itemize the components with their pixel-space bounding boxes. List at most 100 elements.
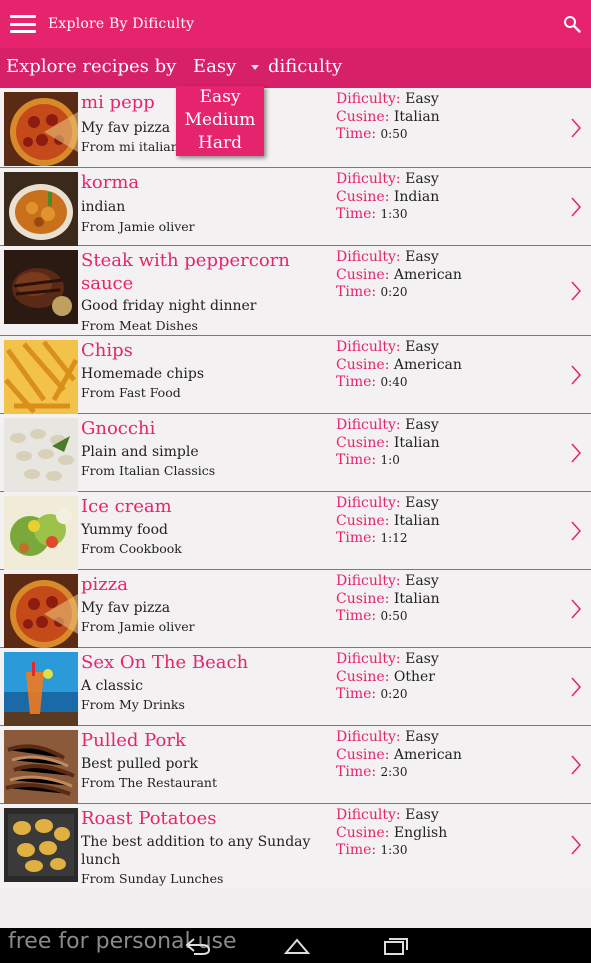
- chevron-right-icon[interactable]: [569, 676, 583, 698]
- recipe-meta: Dificulty: Easy Cusine: Italian Time: 0:…: [336, 91, 440, 144]
- recipe-source: From Fast Food: [81, 385, 181, 400]
- hamburger-menu-icon[interactable]: [10, 15, 36, 33]
- difficulty-value: Easy: [405, 171, 439, 187]
- time-value: 2:30: [380, 765, 408, 779]
- recipe-description: Plain and simple: [81, 444, 199, 460]
- recipe-description: indian: [81, 199, 126, 215]
- recipe-thumbnail: [4, 340, 78, 414]
- recipe-source: From Jamie oliver: [81, 219, 195, 234]
- dropdown-option-medium[interactable]: Medium: [176, 109, 264, 132]
- chevron-right-icon[interactable]: [569, 442, 583, 464]
- cuisine-value: American: [393, 266, 462, 283]
- difficulty-label: Dificulty:: [336, 729, 401, 745]
- dropdown-option-hard[interactable]: Hard: [176, 132, 264, 155]
- dropdown-option-easy[interactable]: Easy: [176, 86, 264, 109]
- recipe-name: Pulled Pork: [81, 730, 186, 751]
- chevron-right-icon[interactable]: [569, 520, 583, 542]
- recipe-description: The best addition to any Sunday lunch: [81, 834, 311, 868]
- recipe-meta: Dificulty: Easy Cusine: American Time: 0…: [336, 249, 462, 302]
- chevron-right-icon[interactable]: [569, 364, 583, 386]
- time-value: 1:30: [380, 843, 408, 857]
- recipe-meta: Dificulty: Easy Cusine: Italian Time: 1:…: [336, 495, 440, 548]
- chevron-right-icon[interactable]: [569, 280, 583, 302]
- chevron-right-icon[interactable]: [569, 754, 583, 776]
- app-title: Explore By Dificulty: [48, 16, 195, 32]
- recipe-thumbnail: [4, 652, 78, 726]
- difficulty-value: Easy: [405, 495, 439, 511]
- chevron-right-icon[interactable]: [569, 834, 583, 856]
- search-icon[interactable]: [563, 15, 581, 33]
- recipe-thumbnail: [4, 574, 78, 648]
- recipe-row[interactable]: Ice cream Yummy food From Cookbook Dific…: [0, 492, 591, 570]
- recipe-row[interactable]: pizza My fav pizza From Jamie oliver Dif…: [0, 570, 591, 648]
- time-value: 0:50: [380, 609, 408, 623]
- recipe-description: Homemade chips: [81, 366, 204, 382]
- time-label: Time:: [336, 374, 377, 390]
- recipe-meta: Dificulty: Easy Cusine: Italian Time: 0:…: [336, 573, 440, 626]
- time-label: Time:: [336, 206, 377, 222]
- recipe-description: Good friday night dinner: [81, 298, 257, 314]
- time-label: Time:: [336, 284, 377, 300]
- difficulty-value: Easy: [405, 573, 439, 589]
- chevron-right-icon[interactable]: [569, 598, 583, 620]
- difficulty-value: Easy: [405, 807, 439, 823]
- recipe-row[interactable]: Steak with peppercorn sauce Good friday …: [0, 246, 591, 336]
- time-label: Time:: [336, 530, 377, 546]
- recipe-row[interactable]: mi pepp My fav pizza From mi italian Dif…: [0, 88, 591, 168]
- time-value: 1:0: [380, 453, 400, 467]
- recipe-meta: Dificulty: Easy Cusine: American Time: 2…: [336, 729, 462, 782]
- cuisine-label: Cusine:: [336, 356, 390, 373]
- difficulty-value: Easy: [405, 651, 439, 667]
- recipe-meta: Dificulty: Easy Cusine: English Time: 1:…: [336, 807, 447, 860]
- recipe-source: From Meat Dishes: [81, 318, 198, 333]
- difficulty-value: Easy: [405, 729, 439, 745]
- recipe-name: pizza: [81, 574, 128, 595]
- recipe-row[interactable]: Chips Homemade chips From Fast Food Difi…: [0, 336, 591, 414]
- cuisine-value: English: [393, 824, 448, 841]
- recipe-thumbnail: [4, 730, 78, 804]
- cuisine-value: Italian: [393, 512, 440, 529]
- difficulty-value: Easy: [405, 249, 439, 265]
- time-label: Time:: [336, 452, 377, 468]
- recipe-name: Gnocchi: [81, 418, 156, 439]
- cuisine-label: Cusine:: [336, 266, 390, 283]
- chevron-right-icon[interactable]: [569, 196, 583, 218]
- recipe-meta: Dificulty: Easy Cusine: Other Time: 0:20: [336, 651, 439, 704]
- filter-suffix-label: dificulty: [268, 56, 343, 77]
- recipe-row[interactable]: Sex On The Beach A classic From My Drink…: [0, 648, 591, 726]
- home-icon[interactable]: [283, 936, 311, 956]
- time-value: 0:50: [380, 127, 408, 141]
- cuisine-label: Cusine:: [336, 512, 390, 529]
- recipe-row[interactable]: Gnocchi Plain and simple From Italian Cl…: [0, 414, 591, 492]
- recipe-source: From Jamie oliver: [81, 619, 195, 634]
- recipe-source: From My Drinks: [81, 697, 185, 712]
- recipe-thumbnail: [4, 172, 78, 246]
- recent-apps-icon[interactable]: [382, 936, 410, 956]
- recipe-source: From The Restaurant: [81, 775, 218, 790]
- difficulty-label: Dificulty:: [336, 249, 401, 265]
- recipe-name: Sex On The Beach: [81, 652, 249, 673]
- back-icon[interactable]: [184, 936, 212, 956]
- app-bar: Explore By Dificulty: [0, 0, 591, 48]
- time-label: Time:: [336, 764, 377, 780]
- recipe-meta: Dificulty: Easy Cusine: Italian Time: 1:…: [336, 417, 440, 470]
- recipe-row[interactable]: Pulled Pork Best pulled pork From The Re…: [0, 726, 591, 804]
- recipe-row[interactable]: korma indian From Jamie oliver Dificulty…: [0, 168, 591, 246]
- time-label: Time:: [336, 608, 377, 624]
- time-value: 0:20: [380, 687, 408, 701]
- dropdown-caret-icon[interactable]: [251, 65, 259, 70]
- cuisine-label: Cusine:: [336, 188, 390, 205]
- difficulty-label: Dificulty:: [336, 807, 401, 823]
- cuisine-value: Indian: [393, 188, 440, 205]
- recipe-source: From mi italian: [81, 139, 179, 154]
- cuisine-label: Cusine:: [336, 824, 390, 841]
- chevron-right-icon[interactable]: [569, 117, 583, 139]
- recipe-meta: Dificulty: Easy Cusine: Indian Time: 1:3…: [336, 171, 439, 224]
- difficulty-dropdown: Easy Medium Hard: [176, 86, 264, 156]
- difficulty-label: Dificulty:: [336, 417, 401, 433]
- time-value: 1:12: [380, 531, 408, 545]
- recipe-meta: Dificulty: Easy Cusine: American Time: 0…: [336, 339, 462, 392]
- recipe-row[interactable]: Roast Potatoes The best addition to any …: [0, 804, 591, 888]
- difficulty-select[interactable]: Easy: [193, 56, 236, 77]
- recipe-source: From Cookbook: [81, 541, 182, 556]
